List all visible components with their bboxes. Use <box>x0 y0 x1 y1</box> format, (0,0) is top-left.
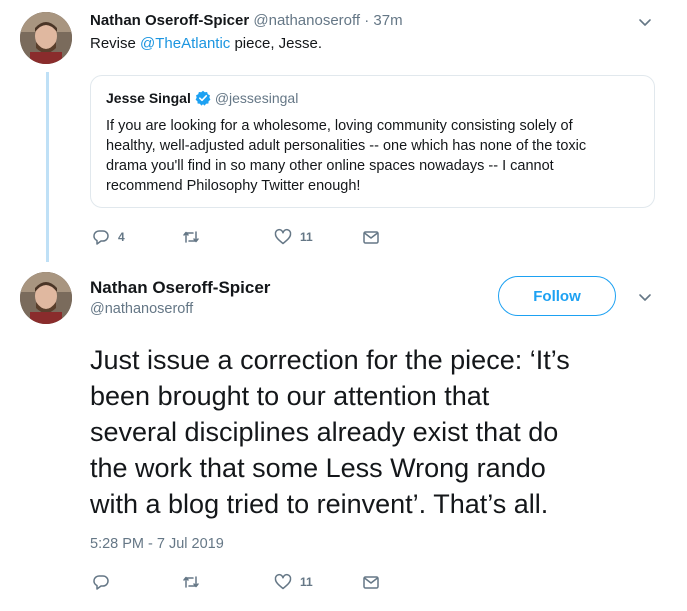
like-button[interactable]: 11 <box>274 228 313 246</box>
tweet-text-line: been brought to our attention that <box>90 381 490 411</box>
reply-count: 4 <box>118 230 125 244</box>
retweet-button[interactable] <box>182 573 208 591</box>
chevron-down-icon[interactable] <box>637 14 653 30</box>
quoted-author-handle: @jessesingal <box>214 90 299 106</box>
tweet-text: Just issue a correction for the piece: ‘… <box>90 342 670 522</box>
reply-icon <box>92 573 110 591</box>
like-icon <box>274 228 292 246</box>
avatar[interactable] <box>20 272 72 324</box>
quoted-text-line: If you are looking for a wholesome, lovi… <box>106 118 573 134</box>
author-name[interactable]: Nathan Oseroff-Spicer <box>90 12 249 29</box>
retweet-icon <box>182 228 200 246</box>
tweet-timestamp[interactable]: 5:28 PM - 7 Jul 2019 <box>90 536 224 552</box>
verified-badge-icon <box>195 90 211 106</box>
separator-dot: · <box>364 12 370 29</box>
retweet-button[interactable] <box>182 228 208 246</box>
avatar[interactable] <box>20 12 72 64</box>
author-handle[interactable]: @nathanoseroff <box>253 12 360 29</box>
quoted-text-line: recommend Philosophy Twitter enough! <box>106 178 361 194</box>
like-button[interactable]: 11 <box>274 573 313 591</box>
tweet-text-start: Revise <box>90 35 141 52</box>
like-count: 11 <box>300 575 313 589</box>
tweet-text-line: the work that some Less Wrong rando <box>90 453 546 483</box>
direct-message-button[interactable] <box>362 228 380 246</box>
like-count: 11 <box>300 230 313 244</box>
author-name[interactable]: Nathan Oseroff-Spicer <box>90 278 270 298</box>
quoted-author-name: Jesse Singal <box>106 90 191 106</box>
quoted-tweet[interactable]: Jesse Singal @jessesingal If you are loo… <box>90 75 655 208</box>
quoted-tweet-header: Jesse Singal @jessesingal <box>106 90 298 106</box>
message-icon <box>362 228 380 246</box>
retweet-icon <box>182 573 200 591</box>
mention-link[interactable]: @TheAtlantic <box>140 35 230 52</box>
reply-button[interactable]: 4 <box>92 228 125 246</box>
quoted-text-line: drama you'll find in so many other onlin… <box>106 158 554 174</box>
quoted-text-line: healthy, well-adjusted adult personaliti… <box>106 138 587 154</box>
tweet-text-line: several disciplines already exist that d… <box>90 417 559 447</box>
reply-icon <box>92 228 110 246</box>
direct-message-button[interactable] <box>362 573 380 591</box>
tweet-text-line: with a blog tried to reinvent’. That’s a… <box>90 489 549 519</box>
follow-button[interactable]: Follow <box>498 276 616 316</box>
tweet-text-line: Just issue a correction for the piece: ‘… <box>90 345 570 375</box>
reply-button[interactable] <box>92 573 118 591</box>
quoted-tweet-text: If you are looking for a wholesome, lovi… <box>106 116 641 196</box>
tweet-time[interactable]: 37m <box>373 12 402 29</box>
tweet-header: Nathan Oseroff-Spicer @nathanoseroff · 3… <box>90 12 403 29</box>
tweet-text: Revise @TheAtlantic piece, Jesse. <box>90 35 322 52</box>
tweet-text-end: piece, Jesse. <box>230 35 323 52</box>
author-handle[interactable]: @nathanoseroff <box>90 301 193 317</box>
like-icon <box>274 573 292 591</box>
thread-connector-line <box>46 72 49 262</box>
chevron-down-icon[interactable] <box>637 289 653 305</box>
message-icon <box>362 573 380 591</box>
